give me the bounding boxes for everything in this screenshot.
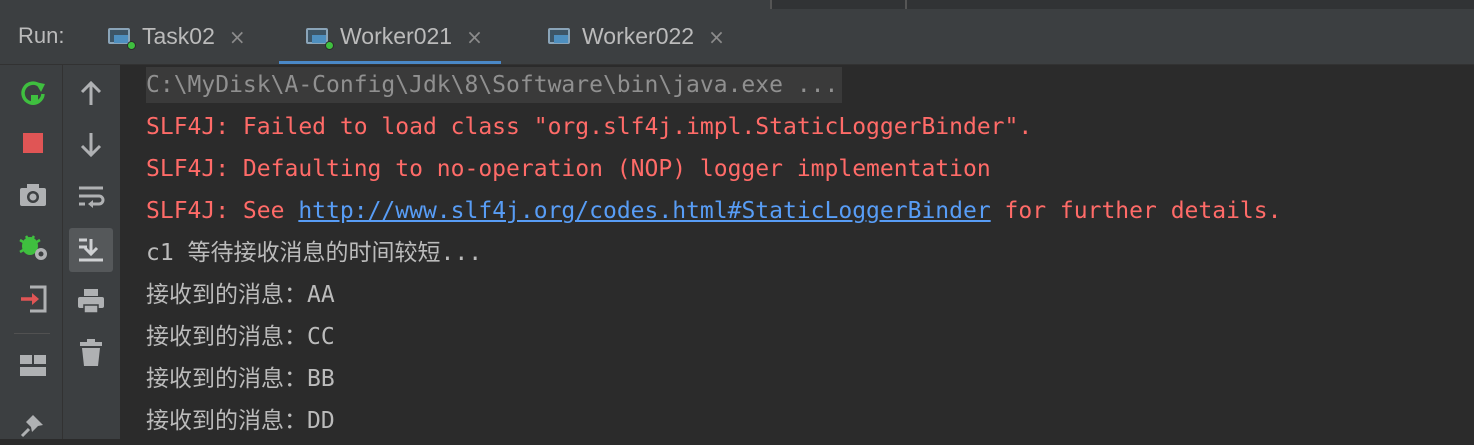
- top-strip-divider: [905, 0, 907, 9]
- debug-settings-icon: [19, 235, 47, 260]
- stop-icon: [23, 133, 43, 153]
- pin-icon: [20, 415, 43, 438]
- print-button[interactable]: [71, 281, 111, 321]
- tab-worker022[interactable]: Worker022 ×: [548, 9, 725, 64]
- scroll-down-button[interactable]: [71, 125, 111, 165]
- stop-button[interactable]: [13, 123, 53, 163]
- exit-button[interactable]: [13, 279, 53, 319]
- print-icon: [78, 289, 104, 314]
- close-icon[interactable]: ×: [229, 25, 246, 49]
- scroll-to-end-icon: [79, 238, 103, 262]
- run-toolbar-primary: [0, 65, 63, 439]
- console-error-line: SLF4J: See http://www.slf4j.org/codes.ht…: [146, 193, 1281, 229]
- arrow-up-icon: [80, 80, 102, 105]
- debug-settings-button[interactable]: [13, 227, 53, 267]
- slf4j-docs-link[interactable]: http://www.slf4j.org/codes.html#StaticLo…: [298, 198, 990, 224]
- run-config-icon: [548, 27, 572, 47]
- run-config-icon: [306, 27, 334, 50]
- tab-label: Worker021: [340, 23, 453, 49]
- trash-icon: [80, 339, 102, 366]
- console-output-line: c1 等待接收消息的时间较短...: [146, 240, 483, 266]
- soft-wrap-button[interactable]: [71, 177, 111, 217]
- layout-icon: [20, 355, 46, 376]
- camera-icon: [20, 184, 46, 206]
- error-suffix: for further details.: [990, 198, 1282, 224]
- clear-all-button[interactable]: [71, 333, 111, 373]
- run-toolbar-secondary: [63, 65, 121, 439]
- tab-task02[interactable]: Task02 ×: [108, 9, 246, 64]
- console-error-line: SLF4J: Defaulting to no-operation (NOP) …: [146, 156, 991, 182]
- rerun-button[interactable]: [13, 73, 53, 113]
- dump-threads-button[interactable]: [13, 175, 53, 215]
- top-strip-divider: [770, 0, 772, 9]
- tab-worker021[interactable]: Worker021 ×: [279, 9, 501, 64]
- run-label: Run:: [18, 23, 65, 48]
- console-output-line: 接收到的消息：CC: [146, 324, 335, 350]
- scroll-up-button[interactable]: [71, 73, 111, 113]
- error-prefix: SLF4J: See: [146, 198, 299, 224]
- active-tab-indicator: [279, 61, 501, 64]
- console-output-line: 接收到的消息：BB: [146, 366, 335, 392]
- layout-button[interactable]: [13, 345, 53, 385]
- close-icon[interactable]: ×: [708, 25, 725, 49]
- top-strip: [0, 0, 1474, 9]
- run-tab-bar: Run: Task02 × Worker021 × Worker022 ×: [0, 9, 1474, 65]
- soft-wrap-icon: [79, 186, 105, 208]
- close-icon[interactable]: ×: [466, 25, 483, 49]
- rerun-icon: [21, 81, 45, 105]
- console-output-line: 接收到的消息：AA: [146, 282, 335, 308]
- console-output-line: 接收到的消息：DD: [146, 408, 335, 434]
- tab-label: Task02: [142, 23, 215, 49]
- toolbar-separator: [14, 333, 50, 334]
- pin-tab-button[interactable]: [13, 405, 53, 445]
- console-command-line[interactable]: C:\MyDisk\A-Config\Jdk\8\Software\bin\ja…: [146, 67, 843, 103]
- console-output[interactable]: C:\MyDisk\A-Config\Jdk\8\Software\bin\ja…: [121, 65, 1474, 439]
- tab-label: Worker022: [582, 23, 695, 49]
- scroll-to-end-button[interactable]: [69, 228, 113, 272]
- arrow-down-icon: [80, 133, 102, 158]
- exit-icon: [21, 285, 47, 313]
- run-config-icon: [108, 27, 136, 50]
- top-strip-segment: [0, 0, 770, 9]
- console-error-line: SLF4J: Failed to load class "org.slf4j.i…: [146, 114, 1033, 140]
